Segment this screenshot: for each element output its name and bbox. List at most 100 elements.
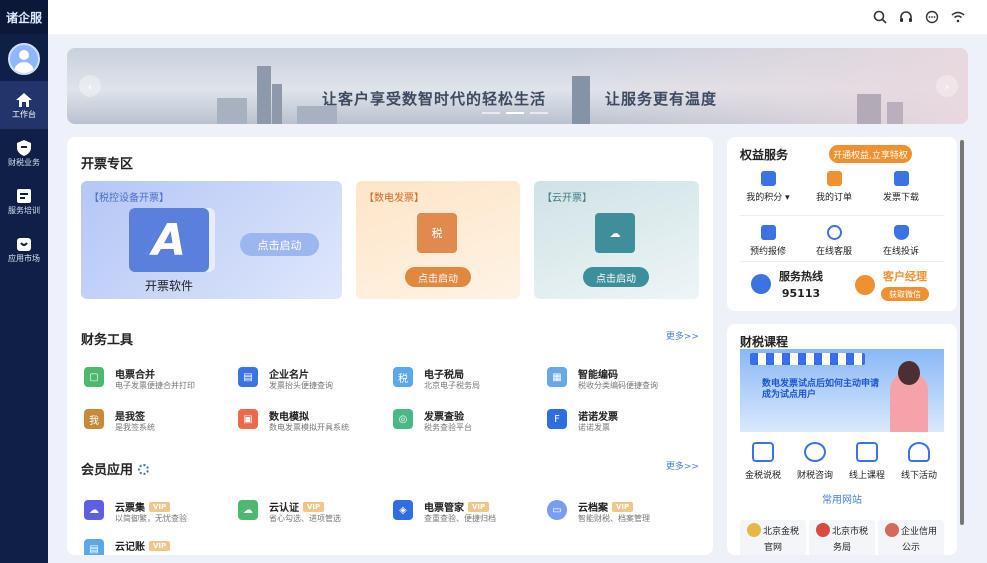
tool-item[interactable]: ▤ 企业名片 发票抬头便捷查询: [238, 365, 388, 395]
banner-dot[interactable]: [482, 112, 500, 114]
vip-badge: VIP: [612, 502, 634, 512]
member-app-item[interactable]: ☁ 云票集 VIP 以简御繁，无忧查验: [84, 498, 234, 528]
tools-section-title: 财务工具: [81, 333, 134, 348]
site-label: 北京市税: [831, 527, 868, 537]
simulate-icon: ▣: [238, 409, 258, 429]
hotline-number: 95113: [781, 287, 821, 300]
search-icon[interactable]: [873, 10, 887, 24]
tool-item[interactable]: ◎ 发票查验 税务查验平台: [393, 407, 543, 437]
banner-next-button[interactable]: ›: [936, 75, 958, 97]
tool-desc: 北京电子税务局: [424, 381, 480, 390]
tool-item[interactable]: 税 电子税局 北京电子税务局: [393, 365, 543, 395]
member-app-item[interactable]: ☁ 云认证 VIP 省心勾选、进项管选: [238, 498, 388, 528]
course-item[interactable]: 线下活动: [893, 442, 945, 481]
members-section-title: 会员应用: [81, 459, 150, 478]
site-label: 官网: [763, 543, 782, 553]
rights-panel: 权益服务 开通权益,立享特权 我的积分 ▾ 我的订单 发票下载 预约报修 在线客…: [727, 137, 957, 311]
online-complaint[interactable]: 在线投诉: [868, 225, 934, 257]
course-item[interactable]: 线上课程: [841, 442, 893, 481]
courses-title: 财税课程: [740, 335, 789, 349]
site-link[interactable]: 北京金税 官网: [740, 520, 806, 555]
invoice-tile-tax-device[interactable]: 【税控设备开票】 A 开票软件 点击启动: [81, 181, 342, 299]
vip-badge: VIP: [303, 502, 325, 512]
vip-badge: VIP: [468, 502, 490, 512]
tool-item[interactable]: 我 是我签 是我签系统: [84, 407, 234, 437]
tool-item[interactable]: ▢ 电票合并 电子发票便捷合并打印: [84, 365, 234, 395]
banner-dot[interactable]: [506, 112, 524, 114]
site-link[interactable]: 企业信用 公示: [878, 520, 944, 555]
quick-label: 预约报修: [749, 247, 786, 257]
tool-item[interactable]: ▣ 数电模拟 数电发票模拟开具系统: [238, 407, 388, 437]
tool-name: 智能编码: [578, 370, 618, 381]
tool-item[interactable]: ▦ 智能编码 税收分类编码便捷查询: [547, 365, 697, 395]
launch-button[interactable]: 点击启动: [583, 267, 649, 287]
cloud-invoice-icon: ☁: [595, 213, 635, 253]
course-label: 线上课程: [848, 471, 885, 481]
member-app-item[interactable]: ◈ 电票管家 VIP 查重查验、便捷归档: [393, 498, 543, 528]
launch-button[interactable]: 点击启动: [240, 233, 319, 256]
archive-icon: ▭: [547, 500, 567, 520]
banner-dot[interactable]: [530, 112, 548, 114]
book-repair[interactable]: 预约报修: [735, 225, 801, 257]
wifi-icon[interactable]: [951, 10, 965, 24]
tool-name: 电票合并: [115, 370, 155, 381]
brand-logo[interactable]: 诸企服: [0, 0, 48, 34]
get-wechat-button[interactable]: 获取微信: [881, 287, 929, 301]
headset-icon[interactable]: [899, 10, 913, 24]
course-label: 金税说税: [744, 471, 781, 481]
more-icon[interactable]: [925, 10, 939, 24]
rights-promo-button[interactable]: 开通权益,立享特权: [829, 145, 912, 163]
sidebar-item-tax[interactable]: 财税业务: [0, 129, 48, 177]
signature-icon: 我: [84, 409, 104, 429]
invoice-tile-cloud[interactable]: 【云开票】 ☁ 点击启动: [534, 181, 699, 299]
tool-name: 企业名片: [269, 370, 309, 381]
tax-talk-icon: [752, 442, 774, 462]
tile-label: 【数电发票】: [364, 193, 424, 204]
members-more-link[interactable]: 更多>>: [666, 459, 699, 472]
scrollbar[interactable]: [960, 140, 964, 525]
vip-badge: VIP: [149, 502, 171, 512]
online-service[interactable]: 在线客服: [801, 225, 867, 257]
app-desc: 省心勾选、进项管选: [269, 514, 341, 523]
card-icon: ▤: [238, 367, 258, 387]
tool-desc: 电子发票便捷合并打印: [115, 381, 195, 390]
member-app-item[interactable]: ▤ 云记账 VIP: [84, 537, 234, 555]
manager-icon: [855, 274, 875, 295]
tile-label: 【云开票】: [542, 193, 592, 204]
invoice-tile-digital[interactable]: 【数电发票】 税 点击启动: [356, 181, 520, 299]
app-desc: 查重查验、便捷归档: [424, 514, 496, 523]
tool-desc: 发票抬头便捷查询: [269, 381, 333, 390]
tools-more-link[interactable]: 更多>>: [666, 329, 699, 342]
service-hotline[interactable]: 服务热线 95113: [751, 268, 823, 300]
banner-prev-button[interactable]: ‹: [79, 75, 101, 97]
verify-icon: ◎: [393, 409, 413, 429]
tool-desc: 是我签系统: [115, 423, 155, 432]
question-icon: [804, 442, 826, 462]
tool-name: 是我签: [115, 412, 145, 423]
invoice-download[interactable]: 发票下载: [868, 171, 934, 203]
courses-panel: 财税课程 数电发票试点后如何主动申请成为试点用户 金税说税 财税咨询 线上课程 …: [727, 324, 957, 555]
quick-label: 我的积分 ▾: [746, 193, 790, 203]
members-title-text: 会员应用: [81, 463, 134, 478]
tool-item[interactable]: F 诺诺发票 诺诺发票: [547, 407, 697, 437]
nuonuo-icon: F: [547, 409, 567, 429]
account-manager[interactable]: 客户经理 获取微信: [855, 268, 929, 301]
banner-carousel[interactable]: 让客户享受数智时代的轻松生活 让服务更有温度 ‹ ›: [67, 48, 968, 124]
avatar[interactable]: [8, 43, 40, 75]
course-banner-image[interactable]: 数电发票试点后如何主动申请成为试点用户: [740, 349, 944, 432]
course-item[interactable]: 财税咨询: [789, 442, 841, 481]
sidebar-item-market[interactable]: 应用市场: [0, 225, 48, 273]
launch-button[interactable]: 点击启动: [405, 267, 471, 287]
gear-icon[interactable]: [138, 464, 150, 475]
course-item[interactable]: 金税说税: [737, 442, 789, 481]
sidebar-item-workbench[interactable]: 工作台: [0, 81, 48, 129]
site-link[interactable]: 北京市税 务局: [809, 520, 875, 555]
app-name: 云档案 VIP: [578, 499, 634, 514]
my-orders[interactable]: 我的订单: [801, 171, 867, 203]
member-app-item[interactable]: ▭ 云档案 VIP 智能财税、档案管理: [547, 498, 697, 528]
sidebar-item-training[interactable]: 服务培训: [0, 177, 48, 225]
app-name: 云票集 VIP: [115, 499, 171, 514]
quick-label: 在线客服: [815, 247, 852, 257]
cloud-ticket-icon: ☁: [84, 500, 104, 520]
my-points[interactable]: 我的积分 ▾: [735, 171, 801, 203]
